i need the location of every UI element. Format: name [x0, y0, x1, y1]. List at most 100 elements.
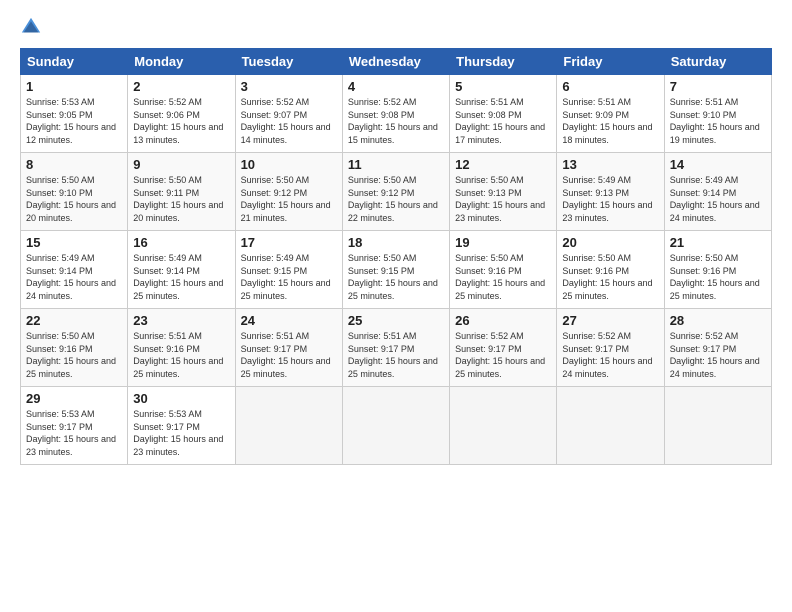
day-info: Sunrise: 5:52 AMSunset: 9:07 PMDaylight:… — [241, 97, 331, 145]
day-number: 19 — [455, 235, 551, 250]
logo-icon — [20, 16, 42, 38]
day-info: Sunrise: 5:50 AMSunset: 9:16 PMDaylight:… — [670, 253, 760, 301]
calendar-page: SundayMondayTuesdayWednesdayThursdayFrid… — [0, 0, 792, 612]
col-header-tuesday: Tuesday — [235, 49, 342, 75]
day-info: Sunrise: 5:49 AMSunset: 9:15 PMDaylight:… — [241, 253, 331, 301]
day-info: Sunrise: 5:51 AMSunset: 9:08 PMDaylight:… — [455, 97, 545, 145]
week-row-2: 8 Sunrise: 5:50 AMSunset: 9:10 PMDaylight… — [21, 153, 772, 231]
day-number: 24 — [241, 313, 337, 328]
day-cell: 1 Sunrise: 5:53 AMSunset: 9:05 PMDaylight… — [21, 75, 128, 153]
day-number: 10 — [241, 157, 337, 172]
day-info: Sunrise: 5:49 AMSunset: 9:14 PMDaylight:… — [26, 253, 116, 301]
day-number: 17 — [241, 235, 337, 250]
day-number: 28 — [670, 313, 766, 328]
day-info: Sunrise: 5:52 AMSunset: 9:06 PMDaylight:… — [133, 97, 223, 145]
day-cell: 25 Sunrise: 5:51 AMSunset: 9:17 PMDayligh… — [342, 309, 449, 387]
day-info: Sunrise: 5:50 AMSunset: 9:12 PMDaylight:… — [241, 175, 331, 223]
day-cell: 20 Sunrise: 5:50 AMSunset: 9:16 PMDayligh… — [557, 231, 664, 309]
day-info: Sunrise: 5:52 AMSunset: 9:17 PMDaylight:… — [455, 331, 545, 379]
day-number: 23 — [133, 313, 229, 328]
day-number: 15 — [26, 235, 122, 250]
day-number: 8 — [26, 157, 122, 172]
day-info: Sunrise: 5:50 AMSunset: 9:15 PMDaylight:… — [348, 253, 438, 301]
day-info: Sunrise: 5:50 AMSunset: 9:11 PMDaylight:… — [133, 175, 223, 223]
day-number: 5 — [455, 79, 551, 94]
day-info: Sunrise: 5:49 AMSunset: 9:13 PMDaylight:… — [562, 175, 652, 223]
day-number: 1 — [26, 79, 122, 94]
day-cell: 23 Sunrise: 5:51 AMSunset: 9:16 PMDayligh… — [128, 309, 235, 387]
day-info: Sunrise: 5:51 AMSunset: 9:17 PMDaylight:… — [348, 331, 438, 379]
day-cell: 17 Sunrise: 5:49 AMSunset: 9:15 PMDayligh… — [235, 231, 342, 309]
col-header-saturday: Saturday — [664, 49, 771, 75]
week-row-4: 22 Sunrise: 5:50 AMSunset: 9:16 PMDayligh… — [21, 309, 772, 387]
day-cell: 3 Sunrise: 5:52 AMSunset: 9:07 PMDaylight… — [235, 75, 342, 153]
day-cell: 8 Sunrise: 5:50 AMSunset: 9:10 PMDaylight… — [21, 153, 128, 231]
day-number: 12 — [455, 157, 551, 172]
day-info: Sunrise: 5:50 AMSunset: 9:12 PMDaylight:… — [348, 175, 438, 223]
day-info: Sunrise: 5:49 AMSunset: 9:14 PMDaylight:… — [670, 175, 760, 223]
week-row-5: 29 Sunrise: 5:53 AMSunset: 9:17 PMDayligh… — [21, 387, 772, 465]
day-cell: 22 Sunrise: 5:50 AMSunset: 9:16 PMDayligh… — [21, 309, 128, 387]
day-cell: 18 Sunrise: 5:50 AMSunset: 9:15 PMDayligh… — [342, 231, 449, 309]
day-number: 20 — [562, 235, 658, 250]
day-number: 16 — [133, 235, 229, 250]
day-info: Sunrise: 5:51 AMSunset: 9:10 PMDaylight:… — [670, 97, 760, 145]
day-number: 6 — [562, 79, 658, 94]
day-cell — [557, 387, 664, 465]
header — [20, 16, 772, 38]
day-number: 18 — [348, 235, 444, 250]
day-info: Sunrise: 5:50 AMSunset: 9:13 PMDaylight:… — [455, 175, 545, 223]
day-info: Sunrise: 5:53 AMSunset: 9:05 PMDaylight:… — [26, 97, 116, 145]
day-cell: 15 Sunrise: 5:49 AMSunset: 9:14 PMDayligh… — [21, 231, 128, 309]
day-info: Sunrise: 5:51 AMSunset: 9:16 PMDaylight:… — [133, 331, 223, 379]
day-cell: 28 Sunrise: 5:52 AMSunset: 9:17 PMDayligh… — [664, 309, 771, 387]
day-cell: 24 Sunrise: 5:51 AMSunset: 9:17 PMDayligh… — [235, 309, 342, 387]
day-cell — [664, 387, 771, 465]
day-info: Sunrise: 5:53 AMSunset: 9:17 PMDaylight:… — [26, 409, 116, 457]
day-cell — [450, 387, 557, 465]
col-header-monday: Monday — [128, 49, 235, 75]
day-cell: 21 Sunrise: 5:50 AMSunset: 9:16 PMDayligh… — [664, 231, 771, 309]
day-cell: 6 Sunrise: 5:51 AMSunset: 9:09 PMDaylight… — [557, 75, 664, 153]
day-number: 3 — [241, 79, 337, 94]
day-cell: 9 Sunrise: 5:50 AMSunset: 9:11 PMDaylight… — [128, 153, 235, 231]
col-header-thursday: Thursday — [450, 49, 557, 75]
day-cell: 29 Sunrise: 5:53 AMSunset: 9:17 PMDayligh… — [21, 387, 128, 465]
day-number: 25 — [348, 313, 444, 328]
day-number: 27 — [562, 313, 658, 328]
day-number: 4 — [348, 79, 444, 94]
day-cell: 7Sunrise: 5:51 AMSunset: 9:10 PMDaylight… — [664, 75, 771, 153]
day-cell: 26 Sunrise: 5:52 AMSunset: 9:17 PMDayligh… — [450, 309, 557, 387]
day-number: 14 — [670, 157, 766, 172]
day-cell: 11 Sunrise: 5:50 AMSunset: 9:12 PMDayligh… — [342, 153, 449, 231]
day-cell: 5 Sunrise: 5:51 AMSunset: 9:08 PMDaylight… — [450, 75, 557, 153]
day-info: Sunrise: 5:51 AMSunset: 9:09 PMDaylight:… — [562, 97, 652, 145]
day-cell: 27 Sunrise: 5:52 AMSunset: 9:17 PMDayligh… — [557, 309, 664, 387]
day-cell: 19Sunrise: 5:50 AMSunset: 9:16 PMDayligh… — [450, 231, 557, 309]
day-info: Sunrise: 5:52 AMSunset: 9:17 PMDaylight:… — [562, 331, 652, 379]
logo — [20, 16, 46, 38]
day-info: Sunrise: 5:50 AMSunset: 9:16 PMDaylight:… — [562, 253, 652, 301]
week-row-3: 15 Sunrise: 5:49 AMSunset: 9:14 PMDayligh… — [21, 231, 772, 309]
day-number: 26 — [455, 313, 551, 328]
day-cell: 14 Sunrise: 5:49 AMSunset: 9:14 PMDayligh… — [664, 153, 771, 231]
day-number: 29 — [26, 391, 122, 406]
day-cell: 4 Sunrise: 5:52 AMSunset: 9:08 PMDaylight… — [342, 75, 449, 153]
day-info: Sunrise: 5:53 AMSunset: 9:17 PMDaylight:… — [133, 409, 223, 457]
day-number: 9 — [133, 157, 229, 172]
day-info: Sunrise: 5:50 AMSunset: 9:10 PMDaylight:… — [26, 175, 116, 223]
day-info: Sunrise: 5:52 AMSunset: 9:08 PMDaylight:… — [348, 97, 438, 145]
day-number: 11 — [348, 157, 444, 172]
week-row-1: 1 Sunrise: 5:53 AMSunset: 9:05 PMDaylight… — [21, 75, 772, 153]
day-number: 21 — [670, 235, 766, 250]
day-info: Sunrise: 5:52 AMSunset: 9:17 PMDaylight:… — [670, 331, 760, 379]
day-cell: 12 Sunrise: 5:50 AMSunset: 9:13 PMDayligh… — [450, 153, 557, 231]
day-cell: 10 Sunrise: 5:50 AMSunset: 9:12 PMDayligh… — [235, 153, 342, 231]
day-info: Sunrise: 5:49 AMSunset: 9:14 PMDaylight:… — [133, 253, 223, 301]
header-row: SundayMondayTuesdayWednesdayThursdayFrid… — [21, 49, 772, 75]
day-cell: 2Sunrise: 5:52 AMSunset: 9:06 PMDaylight… — [128, 75, 235, 153]
day-number: 22 — [26, 313, 122, 328]
day-cell — [235, 387, 342, 465]
day-info: Sunrise: 5:51 AMSunset: 9:17 PMDaylight:… — [241, 331, 331, 379]
day-info: Sunrise: 5:50 AMSunset: 9:16 PMDaylight:… — [26, 331, 116, 379]
